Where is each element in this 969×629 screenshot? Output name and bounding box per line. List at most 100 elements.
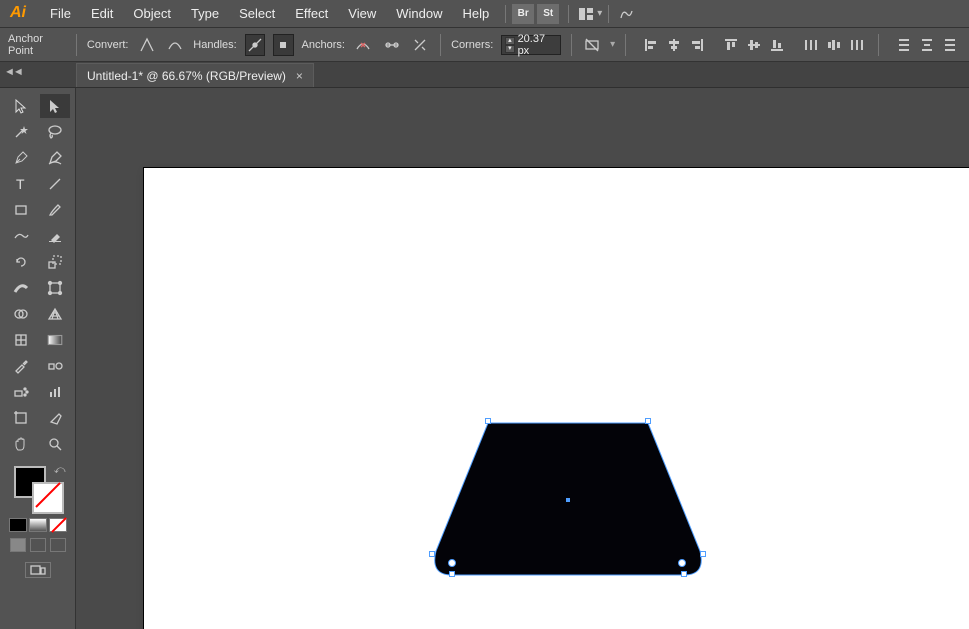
anchors-cut-button[interactable] [410, 34, 430, 56]
direct-selection-tool[interactable] [40, 94, 70, 118]
close-icon[interactable]: × [296, 69, 303, 83]
align-top-button[interactable] [720, 34, 742, 56]
stepper-up[interactable]: ▴ [505, 37, 514, 45]
draw-inside-button[interactable] [50, 538, 66, 552]
color-mode-none[interactable] [49, 518, 67, 532]
selected-shape[interactable] [432, 421, 704, 579]
corner-radius-input[interactable]: ▴ ▾ 20.37 px [501, 35, 561, 55]
stepper-down[interactable]: ▾ [505, 45, 514, 53]
blend-tool[interactable] [40, 354, 70, 378]
handles-hide-button[interactable] [273, 34, 293, 56]
color-mode-row [9, 518, 67, 532]
align-bottom-button[interactable] [766, 34, 788, 56]
workspace: T ⤺ [0, 88, 969, 629]
fill-stroke-swatches[interactable]: ⤺ [10, 464, 66, 512]
center-point-icon [566, 498, 570, 502]
selection-handle[interactable] [700, 551, 706, 557]
arrange-documents-button[interactable] [575, 4, 597, 24]
align-right-button[interactable] [686, 34, 708, 56]
distribute-hcenter-button[interactable] [823, 34, 845, 56]
shape-builder-tool[interactable] [6, 302, 36, 326]
menu-window[interactable]: Window [386, 2, 452, 25]
rectangle-tool[interactable] [6, 198, 36, 222]
menu-object[interactable]: Object [123, 2, 181, 25]
chevron-down-icon[interactable]: ▾ [610, 39, 615, 50]
menu-edit[interactable]: Edit [81, 2, 123, 25]
gradient-tool[interactable] [40, 328, 70, 352]
anchors-connect-button[interactable] [381, 34, 401, 56]
eyedropper-tool[interactable] [6, 354, 36, 378]
selection-mode-label: Anchor Point [8, 33, 66, 57]
magic-wand-tool[interactable] [6, 120, 36, 144]
align-vcenter-button[interactable] [743, 34, 765, 56]
free-transform-tool[interactable] [40, 276, 70, 300]
anchors-remove-button[interactable] [353, 34, 373, 56]
document-tab[interactable]: Untitled-1* @ 66.67% (RGB/Preview) × [76, 63, 314, 87]
scale-tool[interactable] [40, 250, 70, 274]
menu-file[interactable]: File [40, 2, 81, 25]
artboard-tool[interactable] [6, 406, 36, 430]
selection-tool[interactable] [6, 94, 36, 118]
stroke-swatch[interactable] [32, 482, 64, 514]
draw-normal-button[interactable] [10, 538, 26, 552]
menu-view[interactable]: View [338, 2, 386, 25]
zoom-tool[interactable] [40, 432, 70, 456]
lasso-tool[interactable] [40, 120, 70, 144]
corner-radius-value: 20.37 px [518, 33, 557, 57]
handles-show-button[interactable] [245, 34, 265, 56]
slice-tool[interactable] [40, 406, 70, 430]
width-tool[interactable] [6, 276, 36, 300]
selection-handle[interactable] [681, 571, 687, 577]
line-segment-tool[interactable] [40, 172, 70, 196]
chevron-down-icon[interactable]: ▾ [597, 8, 602, 19]
color-mode-solid[interactable] [9, 518, 27, 532]
bridge-button[interactable]: Br [512, 4, 534, 24]
shaper-tool[interactable] [6, 224, 36, 248]
swap-fill-stroke-icon[interactable]: ⤺ [54, 464, 66, 477]
menu-type[interactable]: Type [181, 2, 229, 25]
distribute-top-button[interactable] [893, 34, 915, 56]
isolate-button[interactable] [582, 34, 602, 56]
distribute-bottom-button[interactable] [939, 34, 961, 56]
align-hcenter-button[interactable] [663, 34, 685, 56]
menu-effect[interactable]: Effect [285, 2, 338, 25]
stepper-icon[interactable]: ▴ ▾ [505, 37, 514, 53]
anchors-label: Anchors: [302, 39, 345, 51]
screen-mode-button[interactable] [25, 562, 51, 578]
divider [571, 34, 572, 56]
draw-behind-button[interactable] [30, 538, 46, 552]
align-left-button[interactable] [640, 34, 662, 56]
panel-collapse-icon[interactable]: ◄◄ [4, 66, 22, 78]
column-graph-tool[interactable] [40, 380, 70, 404]
selection-handle[interactable] [485, 418, 491, 424]
corner-radius-handle[interactable] [678, 559, 686, 567]
stock-button[interactable]: St [537, 4, 559, 24]
eraser-tool[interactable] [40, 224, 70, 248]
distribute-vcenter-button[interactable] [916, 34, 938, 56]
distribute-right-button[interactable] [846, 34, 868, 56]
convert-smooth-button[interactable] [165, 34, 185, 56]
align-vertical-group [720, 34, 788, 56]
corner-radius-handle[interactable] [448, 559, 456, 567]
pen-tool[interactable] [6, 146, 36, 170]
selection-handle[interactable] [429, 551, 435, 557]
hand-tool[interactable] [6, 432, 36, 456]
distribute-left-button[interactable] [800, 34, 822, 56]
mesh-tool[interactable] [6, 328, 36, 352]
convert-corner-button[interactable] [136, 34, 156, 56]
selection-handle[interactable] [449, 571, 455, 577]
type-tool[interactable]: T [6, 172, 36, 196]
menu-help[interactable]: Help [452, 2, 499, 25]
rotate-tool[interactable] [6, 250, 36, 274]
color-mode-gradient[interactable] [29, 518, 47, 532]
symbol-sprayer-tool[interactable] [6, 380, 36, 404]
divider [505, 5, 506, 23]
curvature-tool[interactable] [40, 146, 70, 170]
selection-handle[interactable] [645, 418, 651, 424]
menu-select[interactable]: Select [229, 2, 285, 25]
perspective-grid-tool[interactable] [40, 302, 70, 326]
canvas-area[interactable] [76, 88, 969, 629]
paintbrush-tool[interactable] [40, 198, 70, 222]
application-menubar: Ai File Edit Object Type Select Effect V… [0, 0, 969, 28]
gpu-preview-button[interactable] [615, 4, 637, 24]
